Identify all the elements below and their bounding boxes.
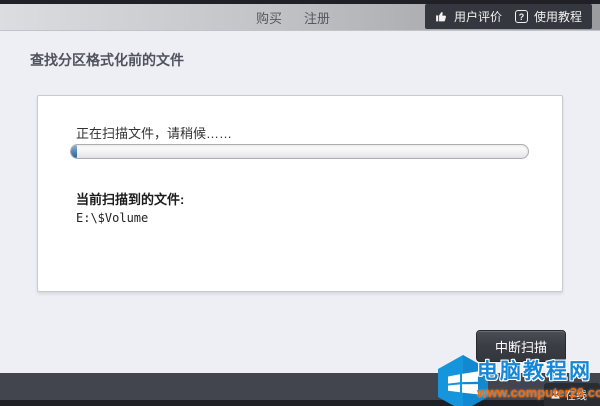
current-file-label: 当前扫描到的文件:: [76, 192, 185, 207]
interrupt-scan-button[interactable]: 中断扫描: [476, 330, 566, 362]
person-icon: [551, 390, 560, 399]
buy-link[interactable]: 购买: [256, 8, 282, 27]
thumbs-up-icon: [435, 10, 448, 23]
topbar-links: 购买 注册: [256, 4, 330, 30]
footer-bottom-strip: [0, 400, 600, 406]
user-reviews-label: 用户评价: [453, 10, 502, 24]
page-title: 查找分区格式化前的文件: [30, 52, 184, 68]
progress-fill: [71, 145, 77, 158]
user-reviews-button[interactable]: 用户评价: [424, 4, 512, 29]
footer-bar: [0, 373, 600, 400]
current-file-path: E:\$Volume: [76, 211, 149, 225]
online-label: 在线: [565, 389, 587, 402]
app-window: 购买 注册 用户评价 ? 使用教程 查找分区格式化前的文件 正在扫描文件，请稍候…: [0, 0, 600, 406]
scan-panel: 正在扫描文件，请稍候…… 当前扫描到的文件: E:\$Volume: [37, 95, 563, 292]
scan-progress-bar: [70, 144, 529, 159]
register-link[interactable]: 注册: [304, 8, 330, 27]
scan-status-text: 正在扫描文件，请稍候……: [76, 126, 233, 141]
online-service-widget[interactable]: 在线: [544, 383, 600, 406]
help-icon: ?: [514, 10, 528, 23]
tutorial-label: 使用教程: [533, 10, 582, 24]
tutorial-button[interactable]: ? 使用教程: [504, 4, 592, 29]
